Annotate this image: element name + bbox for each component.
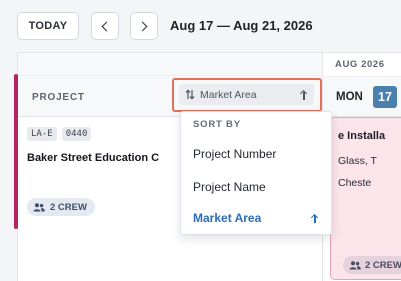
next-week-button[interactable] (130, 12, 158, 40)
today-day-number-badge[interactable]: 17 (373, 86, 397, 108)
sort-arrows-icon (185, 89, 195, 100)
project-color-bar (14, 74, 18, 229)
people-icon (33, 202, 45, 211)
sort-option-project-number[interactable]: Project Number (181, 139, 331, 169)
chevron-left-icon (101, 21, 112, 31)
project-name[interactable]: Baker Street Education C (27, 152, 167, 164)
event-detail-line: Glass, T (338, 155, 377, 167)
sort-current-label: Market Area (200, 88, 257, 101)
day-name: MON (336, 91, 363, 103)
schedule-event-card[interactable]: e Installa Glass, T Cheste 2 CREW (330, 117, 401, 280)
project-crew-label: 2 CREW (50, 201, 87, 213)
project-crew-badge: 2 CREW (27, 198, 95, 216)
project-number: 0440 (61, 127, 92, 141)
event-location: Cheste (338, 177, 372, 189)
project-column-label: PROJECT (32, 92, 85, 103)
people-icon (349, 260, 361, 269)
sort-option-label: Market Area (193, 211, 262, 225)
sort-option-market-area[interactable]: Market Area (181, 203, 331, 233)
chevron-right-icon (137, 21, 148, 31)
project-market-code: LA-E (27, 127, 57, 141)
month-label: AUG 2026 (335, 59, 385, 70)
arrow-up-icon (311, 213, 319, 223)
project-column-spacer (18, 53, 323, 76)
sort-by-button[interactable]: Market Area (179, 84, 314, 105)
previous-week-button[interactable] (91, 12, 119, 40)
sort-option-label: Project Name (193, 180, 266, 194)
sort-option-label: Project Number (193, 147, 277, 161)
arrow-up-icon[interactable] (300, 90, 308, 100)
today-button[interactable]: TODAY (17, 12, 79, 40)
project-code-tag: LA-E 0440 (27, 127, 92, 141)
event-crew-badge: 2 CREW (343, 256, 401, 274)
calendar-toolbar: TODAY Aug 17 — Aug 21, 2026 (0, 0, 401, 52)
event-title: e Installa (338, 130, 386, 142)
sort-option-project-name[interactable]: Project Name (181, 172, 331, 202)
sort-by-menu: SORT BY Project Number Project Name Mark… (180, 111, 332, 235)
sort-selector-highlight: Market Area (172, 78, 322, 112)
day-header: MON 17 (323, 76, 401, 117)
date-range-label: Aug 17 — Aug 21, 2026 (170, 18, 313, 33)
sort-menu-heading: SORT BY (193, 119, 241, 130)
event-crew-label: 2 CREW (365, 259, 401, 271)
